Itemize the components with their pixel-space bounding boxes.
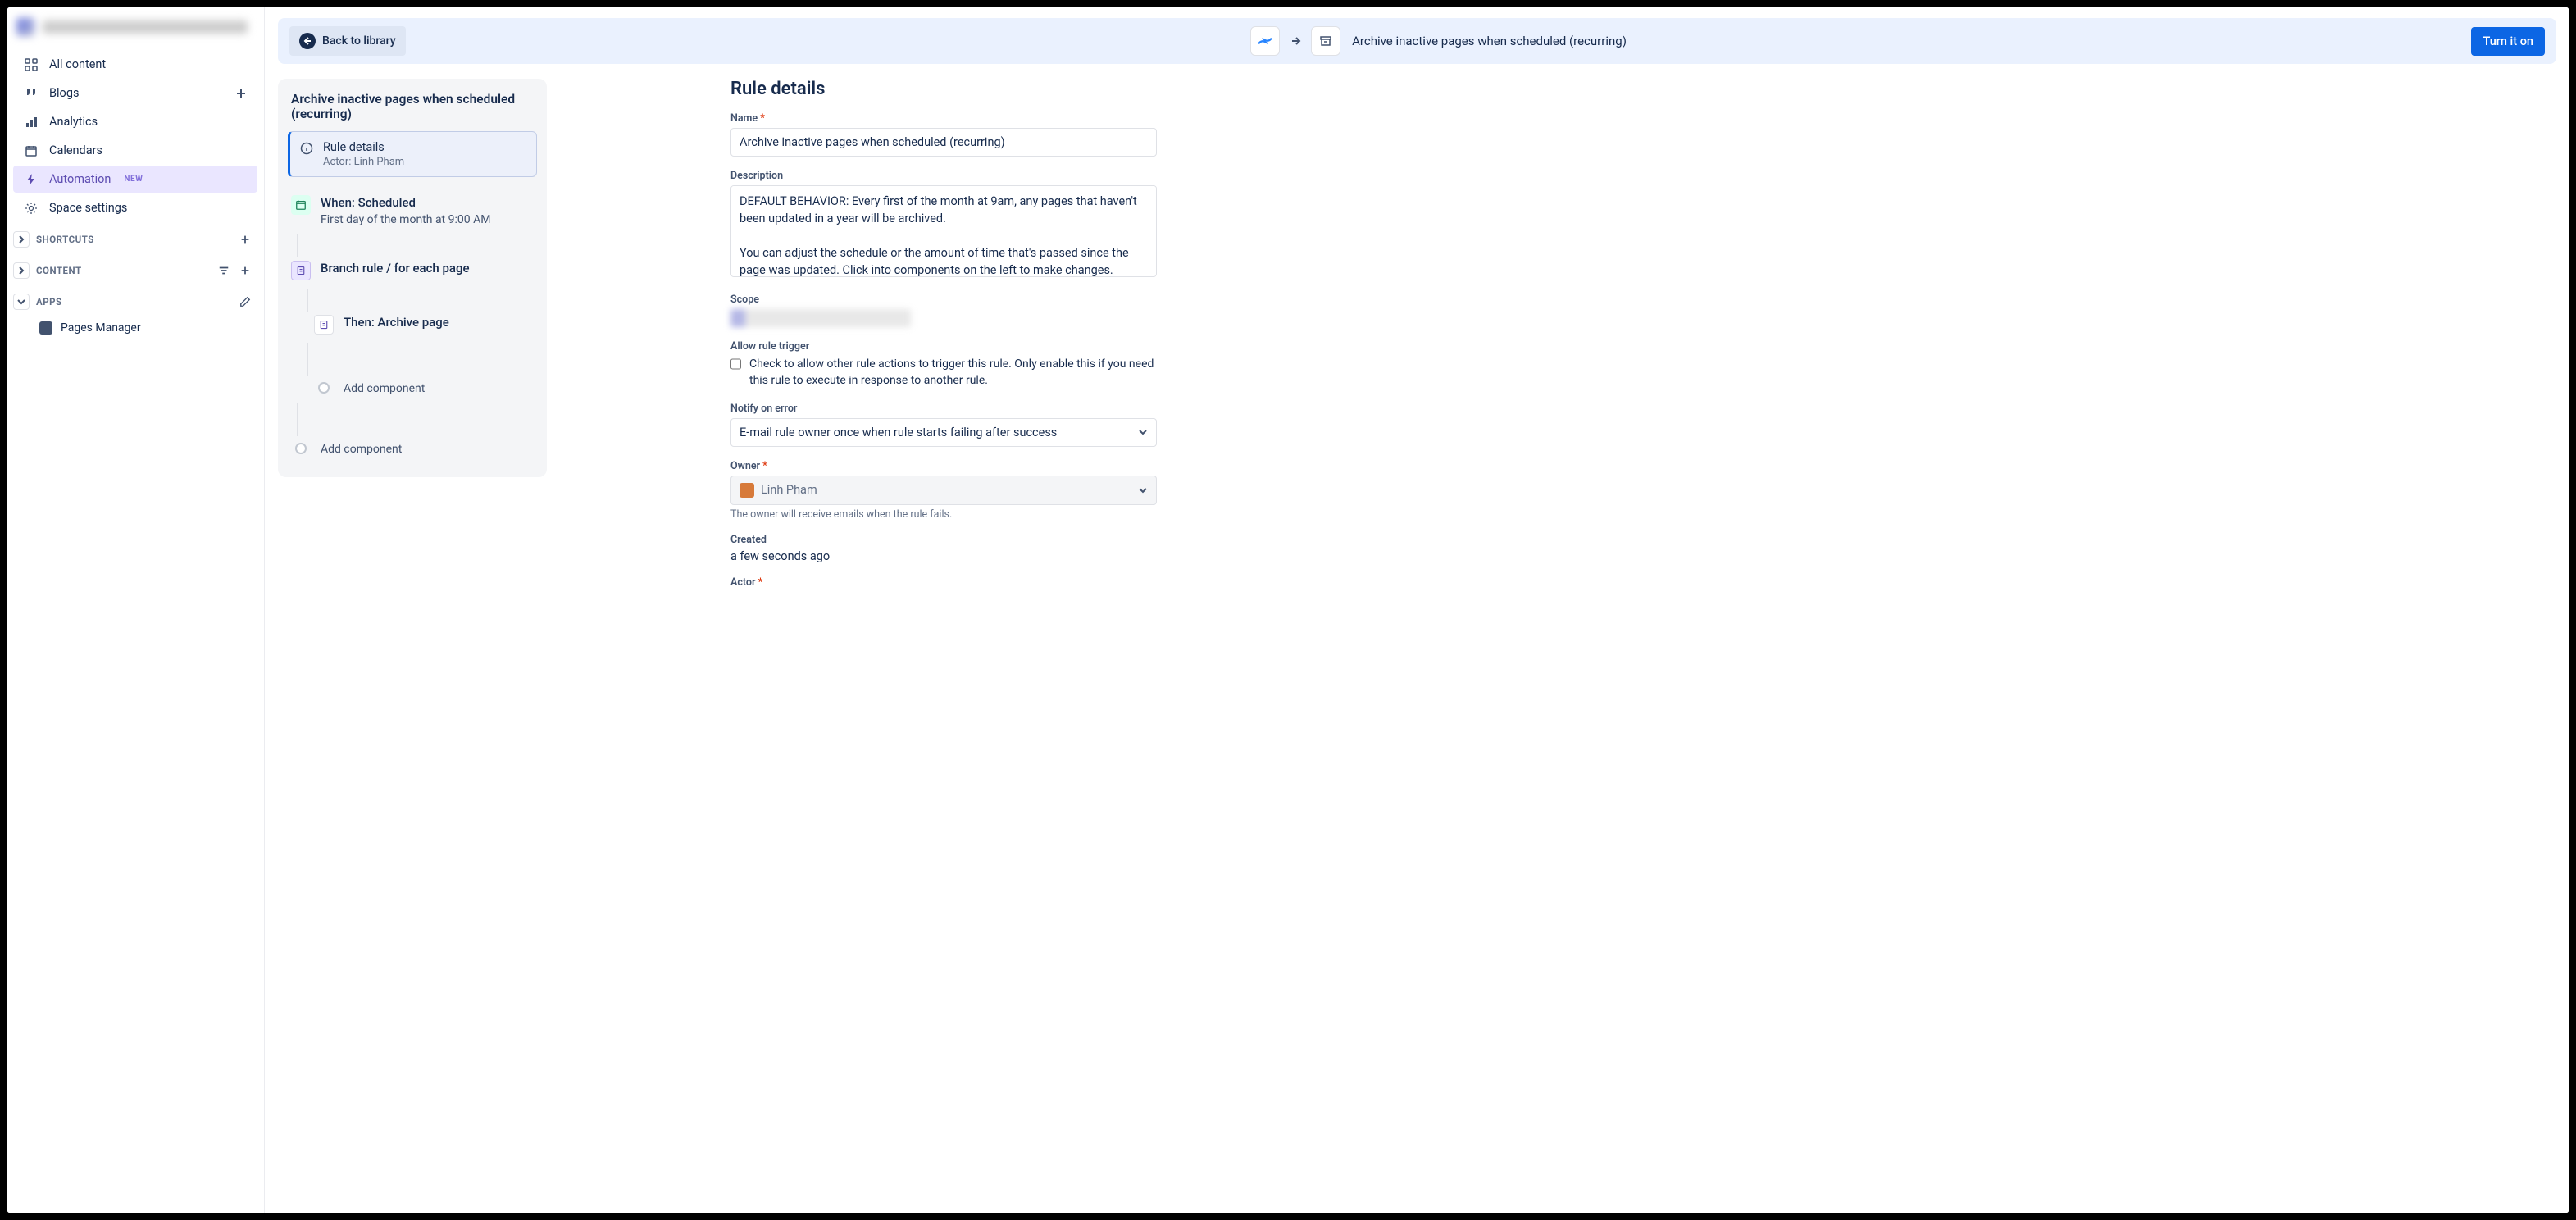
actor-label: Actor * bbox=[730, 576, 1157, 589]
created-label: Created bbox=[730, 534, 1157, 546]
back-to-library-button[interactable]: Back to library bbox=[289, 26, 406, 56]
calendar-icon bbox=[291, 195, 311, 215]
sidebar-item-all-content[interactable]: All content bbox=[13, 51, 257, 78]
sidebar-item-analytics[interactable]: Analytics bbox=[13, 108, 257, 135]
section-label: CONTENT bbox=[36, 265, 82, 276]
allow-trigger-label: Allow rule trigger bbox=[730, 340, 1157, 353]
scope-label: Scope bbox=[730, 294, 1157, 306]
circle-icon bbox=[295, 443, 307, 454]
sidebar-item-blogs[interactable]: Blogs bbox=[13, 80, 257, 107]
plus-icon[interactable] bbox=[234, 87, 248, 100]
sidebar-item-label: Analytics bbox=[49, 115, 98, 129]
rule-flow-panel: Archive inactive pages when scheduled (r… bbox=[278, 79, 547, 477]
rule-details-title: Rule details bbox=[323, 140, 404, 154]
trigger-title: When: Scheduled bbox=[321, 195, 490, 210]
app-icon bbox=[39, 321, 52, 335]
description-textarea[interactable]: DEFAULT BEHAVIOR: Every first of the mon… bbox=[730, 185, 1157, 277]
add-component-inner[interactable]: Add component bbox=[311, 376, 537, 403]
flow-branch[interactable]: Branch rule / for each page bbox=[288, 257, 537, 289]
sidebar-section-shortcuts: SHORTCUTS bbox=[13, 223, 257, 253]
sidebar-app-pages-manager[interactable]: Pages Manager bbox=[13, 316, 257, 339]
plus-icon[interactable] bbox=[239, 234, 251, 245]
flow-action[interactable]: Then: Archive page bbox=[311, 312, 537, 343]
trigger-sub: First day of the month at 9:00 AM bbox=[321, 213, 490, 226]
owner-select[interactable]: Linh Pham bbox=[730, 476, 1157, 505]
chevron-right-icon[interactable] bbox=[13, 231, 30, 248]
sidebar-item-label: Automation bbox=[49, 172, 111, 186]
flow-title: Archive inactive pages when scheduled (r… bbox=[288, 92, 537, 131]
owner-help: The owner will receive emails when the r… bbox=[730, 508, 1157, 521]
confluence-icon[interactable] bbox=[1250, 26, 1280, 56]
sidebar-item-space-settings[interactable]: Space settings bbox=[13, 194, 257, 221]
rule-details-form: Rule details Name * Description DEFAULT … bbox=[730, 79, 1157, 602]
sidebar-app-label: Pages Manager bbox=[61, 321, 141, 335]
sidebar-item-label: Space settings bbox=[49, 201, 127, 215]
info-icon bbox=[300, 140, 313, 168]
sidebar-item-automation[interactable]: Automation NEW bbox=[13, 166, 257, 193]
space-header[interactable] bbox=[13, 13, 257, 49]
scope-value-redacted bbox=[730, 309, 911, 327]
bars-icon bbox=[23, 116, 39, 129]
page-icon bbox=[314, 315, 334, 335]
sidebar-item-label: All content bbox=[49, 57, 106, 71]
notify-label: Notify on error bbox=[730, 403, 1157, 415]
rule-details-actor: Actor: Linh Pham bbox=[323, 156, 404, 168]
sidebar-item-label: Blogs bbox=[49, 86, 79, 100]
sidebar-section-content: CONTENT bbox=[13, 254, 257, 284]
chevron-down-icon bbox=[1138, 427, 1148, 437]
new-badge: NEW bbox=[124, 175, 143, 184]
action-title: Then: Archive page bbox=[344, 315, 449, 335]
add-component-outer[interactable]: Add component bbox=[288, 436, 537, 464]
arrow-left-icon bbox=[299, 33, 316, 49]
chevron-right-icon[interactable] bbox=[13, 262, 30, 279]
flow-trigger[interactable]: When: Scheduled First day of the month a… bbox=[288, 192, 537, 234]
calendar-icon bbox=[23, 144, 39, 157]
rule-details-card[interactable]: Rule details Actor: Linh Pham bbox=[288, 131, 537, 177]
sidebar-section-apps: APPS bbox=[13, 285, 257, 315]
quote-icon bbox=[23, 87, 39, 100]
section-label: APPS bbox=[36, 296, 62, 307]
allow-trigger-text: Check to allow other rule actions to tri… bbox=[749, 356, 1157, 389]
main-content: Back to library Archive inactive pages w… bbox=[265, 7, 2569, 1213]
notify-select[interactable]: E-mail rule owner once when rule starts … bbox=[730, 418, 1157, 447]
gear-icon bbox=[23, 202, 39, 215]
sidebar-item-calendars[interactable]: Calendars bbox=[13, 137, 257, 164]
description-label: Description bbox=[730, 170, 1157, 182]
details-heading: Rule details bbox=[730, 79, 1157, 99]
branch-title: Branch rule / for each page bbox=[321, 261, 470, 280]
grid-icon bbox=[23, 58, 39, 71]
filter-icon[interactable] bbox=[218, 265, 230, 276]
chevron-down-icon[interactable] bbox=[13, 294, 30, 310]
avatar bbox=[740, 483, 754, 498]
chevron-down-icon bbox=[1138, 485, 1148, 495]
sidebar: All content Blogs Analytics Calendars bbox=[7, 7, 265, 1213]
created-value: a few seconds ago bbox=[730, 549, 1157, 563]
sidebar-item-label: Calendars bbox=[49, 143, 102, 157]
name-label: Name * bbox=[730, 112, 1157, 125]
breadcrumb: Archive inactive pages when scheduled (r… bbox=[1250, 26, 1627, 56]
page-icon bbox=[291, 261, 311, 280]
circle-icon bbox=[318, 382, 330, 394]
archive-icon[interactable] bbox=[1311, 26, 1340, 56]
plus-icon[interactable] bbox=[239, 265, 251, 276]
allow-trigger-checkbox[interactable] bbox=[730, 358, 741, 370]
back-label: Back to library bbox=[322, 34, 396, 48]
bolt-icon bbox=[23, 173, 39, 186]
name-input[interactable] bbox=[730, 128, 1157, 157]
breadcrumb-title: Archive inactive pages when scheduled (r… bbox=[1350, 34, 1627, 48]
pencil-icon[interactable] bbox=[239, 296, 251, 307]
arrow-right-icon bbox=[1290, 35, 1301, 47]
turn-it-on-button[interactable]: Turn it on bbox=[2471, 27, 2545, 56]
section-label: SHORTCUTS bbox=[36, 234, 94, 245]
topbar: Back to library Archive inactive pages w… bbox=[278, 18, 2556, 64]
owner-label: Owner * bbox=[730, 460, 1157, 472]
